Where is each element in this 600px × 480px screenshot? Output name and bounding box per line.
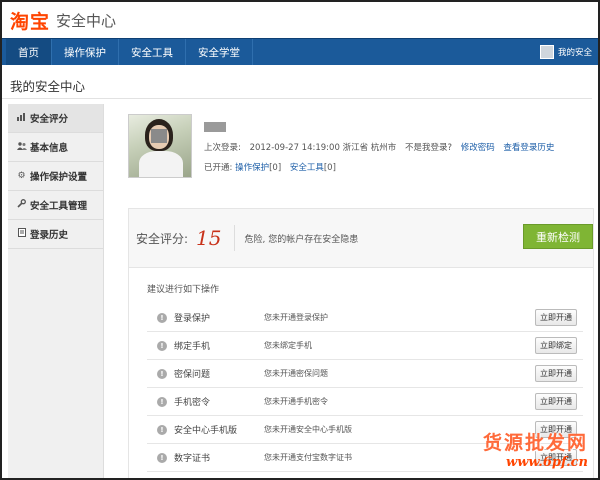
page-title: 我的安全中心 <box>2 65 592 99</box>
users-icon <box>16 141 27 153</box>
enable-phone-token-button[interactable]: 立即开通 <box>535 393 577 410</box>
operation-name: 密保问题 <box>174 370 211 380</box>
enabled-line: 已开通: 操作保护[0] 安全工具[0] <box>204 161 554 173</box>
main-nav: 首页 操作保护 安全工具 安全学堂 我的安全 <box>2 38 598 65</box>
sidebar-item-label: 基本信息 <box>30 143 69 154</box>
user-avatar-icon <box>539 45 554 59</box>
nav-item-home[interactable]: 首页 <box>6 39 52 65</box>
list-item: ! 密保问题 您未开通密保问题 立即开通 <box>147 360 583 388</box>
enable-login-protect-button[interactable]: 立即开通 <box>535 309 577 326</box>
site-subtitle: 安全中心 <box>56 11 117 30</box>
list-item: ! 绑定手机 您未绑定手机 立即绑定 <box>147 332 583 360</box>
operation-name: 数字证书 <box>174 454 211 464</box>
security-tools-count: [0] <box>323 163 336 173</box>
score-message: 危险, 您的帐户存在安全隐患 <box>244 234 359 245</box>
operation-desc: 您未开通支付宝数字证书 <box>264 453 352 462</box>
main-content: 上次登录: 2012-09-27 14:19:00 浙江省 杭州市 不是我登录?… <box>128 114 594 478</box>
nav-item-security-tools[interactable]: 安全工具 <box>119 39 186 65</box>
score-divider <box>233 225 235 251</box>
info-icon: ! <box>157 340 167 351</box>
not-me-text: 不是我登录? <box>404 143 452 153</box>
watermark-url: www.6pf.cn <box>506 455 588 470</box>
change-password-link[interactable]: 修改密码 <box>461 143 495 153</box>
enable-security-question-button[interactable]: 立即开通 <box>535 365 577 382</box>
info-icon: ! <box>157 424 167 435</box>
document-icon <box>16 228 27 240</box>
sidebar-item-login-history[interactable]: 登录历史 <box>8 220 103 249</box>
gear-icon: ⚙ <box>17 171 26 181</box>
sidebar: 安全评分 基本信息 ⚙ 操作保护设置 安全工具管理 登录历史 <box>8 104 104 478</box>
operations-title: 建议进行如下操作 <box>147 285 220 295</box>
info-icon: ! <box>157 312 167 323</box>
list-item: ! 手机密令 您未开通手机密令 立即开通 <box>147 388 583 416</box>
top-header: 淘宝 安全中心 <box>2 2 598 38</box>
profile-section: 上次登录: 2012-09-27 14:19:00 浙江省 杭州市 不是我登录?… <box>128 114 594 194</box>
nav-user-menu[interactable]: 我的安全 <box>539 39 598 65</box>
operation-desc: 您未开通安全中心手机版 <box>264 425 352 434</box>
operation-desc: 您未开通登录保护 <box>264 313 328 322</box>
last-login-time: 2012-09-27 14:19:00 <box>249 143 340 153</box>
nav-user-label: 我的安全 <box>557 48 592 58</box>
taobao-logo[interactable]: 淘宝 <box>10 7 50 34</box>
sidebar-item-label: 安全工具管理 <box>30 201 88 212</box>
sidebar-item-basic-info[interactable]: 基本信息 <box>8 133 103 162</box>
nav-item-operation-protect[interactable]: 操作保护 <box>52 39 119 65</box>
sidebar-item-op-protect-settings[interactable]: ⚙ 操作保护设置 <box>8 162 103 191</box>
sidebar-item-label: 登录历史 <box>30 230 69 241</box>
bind-phone-button[interactable]: 立即绑定 <box>535 337 577 354</box>
info-icon: ! <box>157 396 167 407</box>
sidebar-item-label: 操作保护设置 <box>30 172 88 183</box>
username-redacted <box>204 122 226 132</box>
operation-name: 安全中心手机版 <box>174 426 238 436</box>
operation-name: 手机密令 <box>174 398 211 408</box>
security-tools-link[interactable]: 安全工具 <box>290 163 324 173</box>
sidebar-item-label: 安全评分 <box>30 114 69 125</box>
watermark: 货源批发网 www.6pf.cn <box>483 428 588 470</box>
last-login-label: 上次登录: <box>204 143 241 153</box>
nav-item-security-school[interactable]: 安全学堂 <box>186 39 253 65</box>
page-frame: 淘宝 安全中心 首页 操作保护 安全工具 安全学堂 我的安全 我的安全中心 安全… <box>0 0 600 480</box>
sidebar-item-security-score[interactable]: 安全评分 <box>8 104 103 133</box>
operation-desc: 您未绑定手机 <box>264 341 312 350</box>
info-icon: ! <box>157 368 167 379</box>
operation-name: 登录保护 <box>174 314 211 324</box>
security-score-panel: 安全评分: 15 危险, 您的帐户存在安全隐患 重新检测 <box>128 208 594 268</box>
info-icon: ! <box>157 452 167 463</box>
wrench-icon <box>16 199 27 211</box>
watermark-main: 货源批发网 <box>482 432 588 454</box>
last-login-line: 上次登录: 2012-09-27 14:19:00 浙江省 杭州市 不是我登录?… <box>204 141 554 153</box>
list-item: ! 登录保护 您未开通登录保护 立即开通 <box>147 304 583 332</box>
score-value: 15 <box>196 226 222 250</box>
avatar[interactable] <box>128 114 192 178</box>
operation-desc: 您未开通密保问题 <box>264 369 328 378</box>
sidebar-item-tool-management[interactable]: 安全工具管理 <box>8 191 103 220</box>
op-protect-count: [0] <box>269 163 282 173</box>
profile-info: 上次登录: 2012-09-27 14:19:00 浙江省 杭州市 不是我登录?… <box>204 114 554 194</box>
recheck-button[interactable]: 重新检测 <box>523 224 593 249</box>
enabled-label: 已开通: <box>204 163 233 173</box>
operation-name: 绑定手机 <box>174 342 211 352</box>
last-login-location: 浙江省 杭州市 <box>342 143 397 153</box>
op-protect-link[interactable]: 操作保护 <box>235 163 269 173</box>
operation-desc: 您未开通手机密令 <box>264 397 328 406</box>
bar-chart-icon <box>16 112 27 124</box>
score-label: 安全评分: <box>136 231 189 246</box>
login-history-link[interactable]: 查看登录历史 <box>503 143 554 153</box>
